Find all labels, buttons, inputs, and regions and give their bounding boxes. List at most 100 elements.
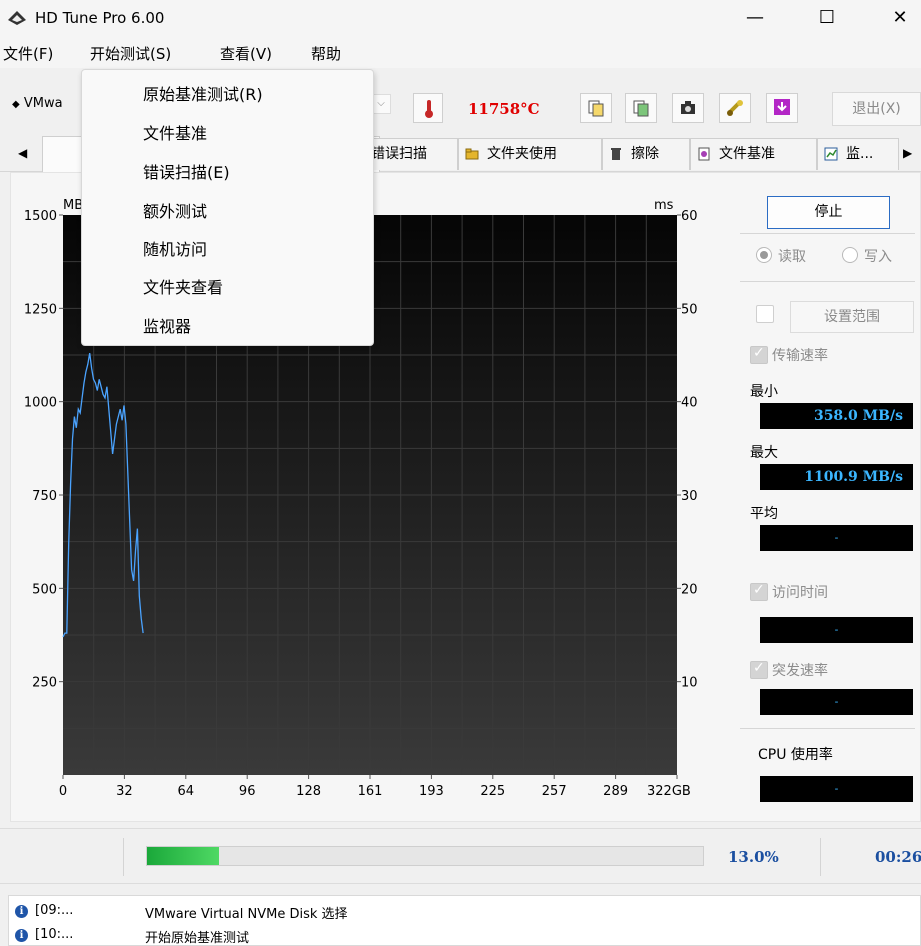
access-time-value: - bbox=[760, 617, 913, 643]
tab-label: 擦除 bbox=[631, 146, 659, 162]
y-left-tick-label: 500 bbox=[32, 582, 57, 597]
window-title: HD Tune Pro 6.00 bbox=[35, 9, 165, 27]
file-benchmark-icon bbox=[698, 147, 710, 161]
screenshot-button[interactable] bbox=[672, 93, 704, 123]
options-button[interactable] bbox=[719, 93, 751, 123]
read-radio[interactable] bbox=[756, 247, 772, 263]
info-icon: i bbox=[15, 905, 28, 918]
log-time: [09:... bbox=[35, 903, 74, 918]
tab-file-benchmark[interactable]: 文件基准 bbox=[690, 138, 817, 170]
progress-percent: 13.0% bbox=[728, 848, 779, 866]
temperature-value: 11758°C bbox=[468, 100, 540, 118]
menu-raw-benchmark[interactable]: 原始基准测试(R) bbox=[143, 81, 263, 105]
range-checkbox[interactable] bbox=[756, 305, 774, 323]
burst-rate-value: - bbox=[760, 689, 913, 715]
start-test-dropdown: 原始基准测试(R) 文件基准 错误扫描(E) 额外测试 随机访问 文件夹查看 监… bbox=[81, 69, 374, 346]
folder-icon bbox=[465, 148, 479, 160]
min-label: 最小 bbox=[750, 384, 778, 400]
cpu-usage-label: CPU 使用率 bbox=[758, 747, 833, 763]
y-left-tick-label: 1500 bbox=[24, 209, 57, 224]
tab-scroll-left-icon[interactable]: ◀ bbox=[18, 146, 27, 160]
copy-image-button[interactable] bbox=[625, 93, 657, 123]
copy-image-icon bbox=[633, 100, 649, 117]
minimize-button[interactable]: — bbox=[740, 6, 770, 30]
exit-button[interactable]: 退出(X) bbox=[832, 92, 921, 126]
write-radio[interactable] bbox=[842, 247, 858, 263]
log-message: 开始原始基准测试 bbox=[145, 931, 250, 946]
set-range-button[interactable]: 设置范围 bbox=[790, 301, 914, 333]
y-left-tick-label: 750 bbox=[32, 489, 57, 504]
x-tick-label: 64 bbox=[178, 784, 195, 799]
x-tick-label: 161 bbox=[358, 784, 383, 799]
log-time: [10:... bbox=[35, 927, 74, 942]
y-right-tick-label: 20 bbox=[681, 582, 698, 597]
app-logo-icon bbox=[8, 11, 26, 25]
access-time-checkbox[interactable] bbox=[750, 582, 768, 601]
max-value: 1100.9 MB/s bbox=[760, 464, 913, 490]
tab-monitor[interactable]: 监... bbox=[817, 138, 899, 170]
tab-label: 错误扫描 bbox=[371, 146, 427, 162]
access-time-label: 访问时间 bbox=[772, 585, 828, 601]
maximize-button[interactable]: ☐ bbox=[812, 6, 842, 30]
cpu-usage-value: - bbox=[760, 776, 913, 802]
menu-file[interactable]: 文件(F) bbox=[3, 43, 53, 64]
burst-rate-checkbox[interactable] bbox=[750, 660, 768, 679]
drive-name: VMwa bbox=[23, 96, 63, 111]
divider bbox=[820, 838, 821, 876]
close-button[interactable]: ✕ bbox=[885, 6, 915, 30]
temperature-button[interactable] bbox=[413, 93, 443, 123]
stop-button[interactable]: 停止 bbox=[767, 196, 890, 229]
thermometer-icon bbox=[425, 100, 433, 118]
tab-erase[interactable]: 擦除 bbox=[602, 138, 690, 170]
menu-random-access[interactable]: 随机访问 bbox=[143, 236, 207, 260]
read-label: 读取 bbox=[778, 249, 806, 265]
camera-icon bbox=[681, 101, 695, 114]
menu-error-scan[interactable]: 错误扫描(E) bbox=[143, 159, 230, 183]
progress-fill bbox=[147, 847, 220, 865]
transfer-rate-checkbox[interactable] bbox=[750, 345, 768, 364]
menu-start-test[interactable]: 开始测试(S) bbox=[90, 43, 171, 64]
x-tick-label: 193 bbox=[419, 784, 444, 799]
x-tick-label: 322GB bbox=[647, 784, 691, 799]
y-right-tick-label: 60 bbox=[681, 209, 698, 224]
y-right-tick-label: 50 bbox=[681, 302, 698, 317]
tab-scroll-right-icon[interactable]: ▶ bbox=[903, 146, 912, 160]
burst-rate-label: 突发速率 bbox=[772, 663, 828, 679]
tab-folder-usage[interactable]: 文件夹使用 bbox=[458, 138, 602, 170]
min-value: 358.0 MB/s bbox=[760, 403, 913, 429]
y-left-tick-label: 250 bbox=[32, 676, 57, 691]
menu-view[interactable]: 查看(V) bbox=[220, 43, 272, 64]
save-button[interactable] bbox=[766, 93, 798, 123]
menu-help[interactable]: 帮助 bbox=[311, 43, 341, 64]
divider bbox=[740, 281, 915, 282]
wrench-icon bbox=[727, 100, 743, 116]
y-right-tick-label: 10 bbox=[681, 676, 698, 691]
x-tick-label: 225 bbox=[480, 784, 505, 799]
y-right-unit-label: ms bbox=[654, 198, 674, 213]
x-tick-label: 257 bbox=[542, 784, 567, 799]
trash-icon bbox=[611, 148, 621, 160]
menu-folder-view[interactable]: 文件夹查看 bbox=[143, 274, 223, 298]
write-label: 写入 bbox=[864, 249, 892, 265]
menu-monitor[interactable]: 监视器 bbox=[143, 313, 191, 337]
monitor-chart-icon bbox=[824, 147, 838, 161]
max-label: 最大 bbox=[750, 445, 778, 461]
tab-label: 文件基准 bbox=[719, 146, 775, 162]
download-icon bbox=[774, 99, 790, 115]
title-bar: HD Tune Pro 6.00 — ☐ ✕ bbox=[0, 0, 921, 36]
drive-select-label: ◆ VMwa bbox=[12, 96, 63, 111]
x-tick-label: 32 bbox=[116, 784, 133, 799]
x-tick-label: 96 bbox=[239, 784, 256, 799]
avg-label: 平均 bbox=[750, 506, 778, 522]
menu-extra-tests[interactable]: 额外测试 bbox=[143, 198, 207, 222]
tab-label: 监... bbox=[846, 146, 874, 162]
elapsed-time: 00:26 bbox=[875, 848, 921, 866]
x-tick-label: 289 bbox=[603, 784, 628, 799]
copy-text-button[interactable] bbox=[580, 93, 612, 123]
log-item: i [10:... 开始原始基准测试 bbox=[15, 927, 249, 946]
x-tick-label: 128 bbox=[296, 784, 321, 799]
tab-label: 文件夹使用 bbox=[487, 146, 557, 162]
menu-file-benchmark[interactable]: 文件基准 bbox=[143, 120, 207, 144]
y-left-tick-label: 1250 bbox=[24, 302, 57, 317]
y-left-tick-label: 1000 bbox=[24, 396, 57, 411]
